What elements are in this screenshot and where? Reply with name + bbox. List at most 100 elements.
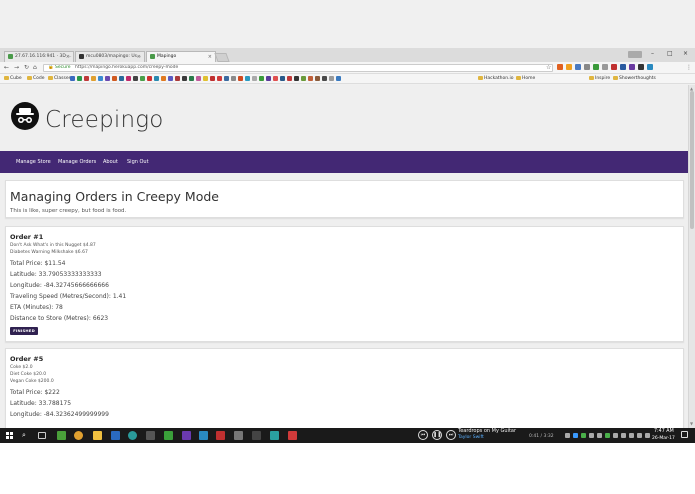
extension-icon[interactable]	[602, 64, 608, 70]
forward-arrow-icon[interactable]: →	[14, 64, 19, 71]
app-icon[interactable]	[234, 431, 243, 440]
home-icon[interactable]: ⌂	[33, 64, 37, 71]
bookmark-icon[interactable]	[329, 76, 334, 81]
bookmark-icon[interactable]	[280, 76, 285, 81]
tray-icon[interactable]	[597, 433, 602, 438]
extension-icon[interactable]	[647, 64, 653, 70]
bookmark-icon[interactable]	[168, 76, 173, 81]
bookmark-icon[interactable]	[84, 76, 89, 81]
app-icon[interactable]	[182, 431, 191, 440]
star-icon[interactable]: ☆	[546, 64, 551, 71]
page-scrollbar[interactable]: ▲ ▼	[688, 85, 695, 428]
close-window-button[interactable]: ×	[683, 50, 688, 57]
battery-icon[interactable]	[629, 433, 634, 438]
bookmark-icon[interactable]	[140, 76, 145, 81]
bookmark-icon[interactable]	[98, 76, 103, 81]
notification-icon[interactable]	[681, 431, 688, 438]
bookmark-classes[interactable]: Classes	[48, 74, 71, 83]
chrome-icon[interactable]	[74, 431, 83, 440]
bookmark-icon[interactable]	[119, 76, 124, 81]
nav-about[interactable]: About	[103, 159, 118, 165]
clock-time[interactable]: 7:47 AM	[654, 429, 674, 434]
bookmark-icon[interactable]	[259, 76, 264, 81]
minimize-button[interactable]: –	[651, 50, 654, 57]
file-explorer-icon[interactable]	[93, 431, 102, 440]
bookmark-icon[interactable]	[133, 76, 138, 81]
app-icon[interactable]	[57, 431, 66, 440]
bookmark-icon[interactable]	[126, 76, 131, 81]
profile-chip[interactable]	[628, 51, 642, 58]
bookmark-icon[interactable]	[273, 76, 278, 81]
bookmark-icon[interactable]	[308, 76, 313, 81]
action-icon[interactable]	[645, 433, 650, 438]
app-icon[interactable]	[288, 431, 297, 440]
clock-date[interactable]: 26-Mar-17	[652, 436, 675, 441]
extension-icon[interactable]	[629, 64, 635, 70]
maximize-button[interactable]: □	[667, 50, 673, 57]
extension-icon[interactable]	[638, 64, 644, 70]
tray-icon[interactable]	[589, 433, 594, 438]
wifi-icon[interactable]	[613, 433, 618, 438]
heart-icon[interactable]	[210, 76, 215, 81]
bookmark-icon[interactable]	[294, 76, 299, 81]
app-icon[interactable]	[199, 431, 208, 440]
tray-icon[interactable]	[565, 433, 570, 438]
app-icon[interactable]	[252, 431, 261, 440]
bookmark-home[interactable]: Home	[516, 74, 535, 83]
heart-icon[interactable]	[217, 76, 222, 81]
bookmark-code[interactable]: Code	[27, 74, 45, 83]
extension-icon[interactable]	[611, 64, 617, 70]
app-icon[interactable]	[111, 431, 120, 440]
menu-icon[interactable]: ⋮	[686, 64, 692, 71]
bookmark-icon[interactable]	[112, 76, 117, 81]
app-icon[interactable]	[128, 431, 137, 440]
bookmark-icon[interactable]	[182, 76, 187, 81]
app-icon[interactable]	[216, 431, 225, 440]
tray-icon[interactable]	[573, 433, 578, 438]
pause-icon[interactable]: ❚❚	[432, 430, 442, 440]
bookmark-icon[interactable]	[266, 76, 271, 81]
bookmark-icon[interactable]	[322, 76, 327, 81]
back-arrow-icon[interactable]: ←	[4, 64, 9, 71]
finished-button[interactable]: FINISHED	[10, 327, 38, 335]
bookmark-icon[interactable]	[161, 76, 166, 81]
bookmark-icon[interactable]	[287, 76, 292, 81]
search-icon[interactable]: ⌕	[22, 431, 31, 440]
tray-icon[interactable]	[581, 433, 586, 438]
bookmark-icon[interactable]	[245, 76, 250, 81]
reload-icon[interactable]: ↻	[24, 64, 29, 71]
bookmark-icon[interactable]	[154, 76, 159, 81]
address-bar[interactable]: 🔒 Secure https://mapingo.herokuapp.com/c…	[43, 64, 553, 72]
brand-title[interactable]: Creepingo	[45, 107, 164, 133]
extension-icon[interactable]	[584, 64, 590, 70]
previous-track-icon[interactable]: ⏮	[418, 430, 428, 440]
nav-manage-orders[interactable]: Manage Orders	[58, 159, 96, 165]
next-track-icon[interactable]: ⏭	[446, 430, 456, 440]
bookmark-icon[interactable]	[196, 76, 201, 81]
nav-manage-store[interactable]: Manage Store	[16, 159, 51, 165]
bookmark-icon[interactable]	[252, 76, 257, 81]
app-icon[interactable]	[270, 431, 279, 440]
bookmark-hackathon-io[interactable]: Hackathon.io	[478, 74, 514, 83]
extension-icon[interactable]	[575, 64, 581, 70]
keyboard-icon[interactable]	[637, 433, 642, 438]
tab-close-icon[interactable]: ×	[208, 52, 212, 62]
scroll-down-icon[interactable]: ▼	[690, 421, 693, 426]
bookmark-icon[interactable]	[315, 76, 320, 81]
scrollbar-thumb[interactable]	[690, 91, 694, 229]
incognito-logo-icon[interactable]	[11, 102, 39, 130]
extension-icon[interactable]	[566, 64, 572, 70]
task-view-icon[interactable]	[38, 432, 46, 439]
windows-start-icon[interactable]	[6, 432, 13, 439]
nav-sign-out[interactable]: Sign Out	[127, 159, 149, 165]
bookmark-icon[interactable]	[77, 76, 82, 81]
bookmark-icon[interactable]	[301, 76, 306, 81]
bookmark-icon[interactable]	[336, 76, 341, 81]
bookmark-showerthoughts[interactable]: Showerthoughts	[613, 74, 656, 83]
bookmark-inspire[interactable]: Inspire	[589, 74, 610, 83]
bookmark-icon[interactable]	[147, 76, 152, 81]
bookmark-icon[interactable]	[238, 76, 243, 81]
tray-icon[interactable]	[605, 433, 610, 438]
tab-close-icon[interactable]: ×	[66, 52, 70, 62]
bookmark-icon[interactable]	[70, 76, 75, 81]
